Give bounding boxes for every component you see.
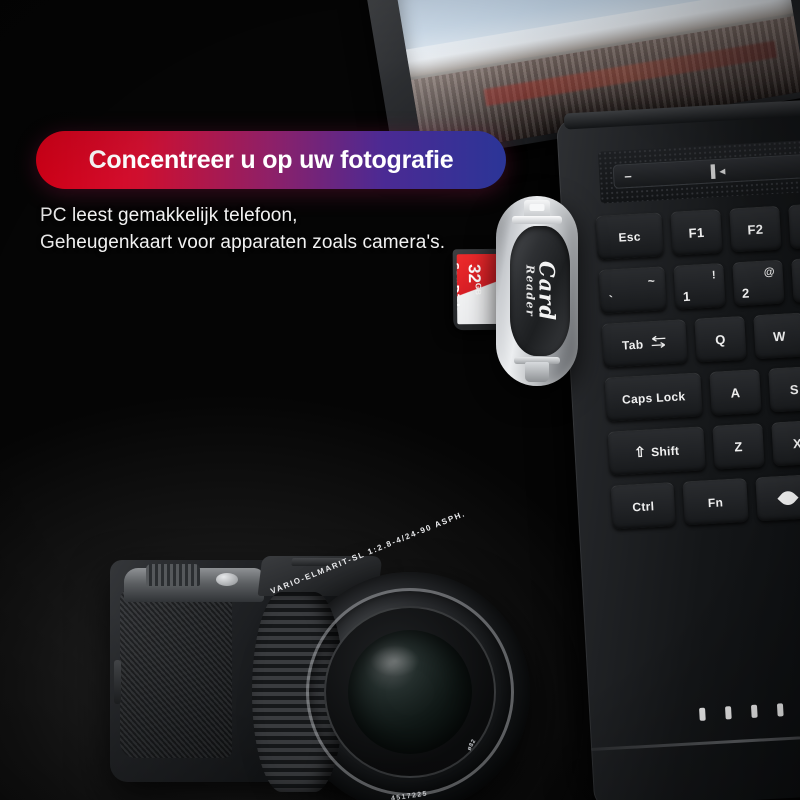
camera-mode-dial[interactable]: [146, 564, 200, 586]
promo-headline: Concentreer u op uw fotografie: [88, 145, 454, 174]
key-s[interactable]: S: [768, 365, 800, 413]
laptop-base: − ▌◂ + Esc F1 F2 F3 ~ `: [556, 97, 800, 800]
key-esc[interactable]: Esc: [595, 212, 664, 260]
key-1-digit-label: 1: [682, 288, 691, 305]
lens-front-element: [348, 630, 472, 754]
sandisk-brand-label: SanDisk: [456, 262, 462, 311]
card-reader-brand: Card Reader: [522, 260, 560, 322]
indicator-led: [699, 707, 706, 721]
key-1[interactable]: ! 1: [673, 262, 726, 310]
key-tilde-label: ~: [647, 273, 656, 289]
keyboard-row-numbers: ~ ` ! 1 @ 2 3: [598, 254, 800, 314]
key-q[interactable]: Q: [694, 315, 747, 363]
volume-slider[interactable]: − ▌◂ +: [612, 153, 800, 189]
keyboard-row-modifiers: Ctrl Fn A: [610, 470, 800, 530]
key-2-digit-label: 2: [741, 285, 750, 301]
key-shift-label: Shift: [650, 443, 680, 459]
leaf-os-icon: [777, 487, 799, 509]
key-os[interactable]: [754, 473, 800, 522]
card-reader-brand-line2: Reader: [523, 264, 537, 318]
indicator-led: [750, 704, 758, 719]
promo-subtitle-line-1: PC leest gemakkelijk telefoon,: [40, 205, 298, 226]
keyboard-row-function: Esc F1 F2 F3: [595, 200, 800, 260]
camera: VARIO-ELMARIT-SL 1:2.8-4/24-90 ASPH. ø82…: [52, 509, 532, 800]
card-reader-brand-line1: Card: [534, 260, 560, 322]
key-2[interactable]: @ 2: [732, 259, 785, 307]
key-ctrl[interactable]: Ctrl: [610, 481, 677, 530]
laptop-indicator-lights: [699, 703, 784, 721]
key-fn[interactable]: Fn: [682, 477, 749, 526]
shift-arrow-icon: ⇧: [633, 443, 647, 461]
product-banner-stage: Esc F1 F2 F3 − ▌◂ + Esc F1 F2: [0, 0, 800, 800]
speaker-icon: ▌◂: [710, 163, 726, 179]
speaker-grille: − ▌◂ +: [597, 138, 800, 204]
key-z[interactable]: Z: [712, 422, 765, 470]
key-w[interactable]: W: [753, 312, 800, 360]
key-f2[interactable]: F2: [729, 205, 782, 253]
indicator-led: [725, 706, 732, 720]
key-a[interactable]: A: [709, 369, 762, 416]
promo-banner: Concentreer u op uw fotografie: [36, 131, 506, 189]
key-1-exclam-label: !: [711, 269, 717, 282]
camera-shutter-button[interactable]: [216, 573, 238, 586]
key-grave-tilde[interactable]: ~ `: [598, 266, 667, 314]
laptop-keyboard[interactable]: Esc F1 F2 F3 ~ ` ! 1 @: [595, 200, 800, 539]
key-x[interactable]: X: [771, 419, 800, 467]
keyboard-row-shift: ⇧ Shift Z X C: [607, 416, 800, 476]
volume-down-icon[interactable]: −: [624, 168, 632, 183]
camera-grip: [120, 588, 232, 758]
keyboard-row-tab: Tab Q W E: [601, 308, 800, 368]
sd-capacity-label: 32GB: [464, 264, 484, 296]
promo-subtitle-line-2: Geheugenkaart voor apparaten zoals camer…: [40, 231, 446, 253]
camera-lens: VARIO-ELMARIT-SL 1:2.8-4/24-90 ASPH. ø82…: [252, 509, 530, 800]
key-f3[interactable]: F3: [788, 202, 800, 250]
usb-c-connector-icon: [525, 362, 549, 382]
key-f1[interactable]: F1: [670, 208, 723, 256]
key-shift[interactable]: ⇧ Shift: [607, 426, 706, 476]
laptop-base-edge: [591, 731, 800, 752]
camera-top-plate: [124, 564, 264, 602]
camera-port: [114, 660, 121, 704]
key-2-at-label: @: [763, 266, 776, 279]
key-tab[interactable]: Tab: [601, 319, 688, 368]
keyboard-row-caps: Caps Lock A S D: [604, 362, 800, 422]
key-3[interactable]: 3: [791, 256, 800, 304]
key-tab-label: Tab: [621, 336, 644, 353]
indicator-led: [776, 703, 784, 717]
promo-subtitle: PC leest gemakkelijk telefoon, Geheugenk…: [40, 203, 520, 257]
tab-arrows-icon: [649, 335, 668, 352]
key-caps-lock[interactable]: Caps Lock: [604, 372, 703, 422]
key-grave-label: `: [608, 293, 614, 308]
